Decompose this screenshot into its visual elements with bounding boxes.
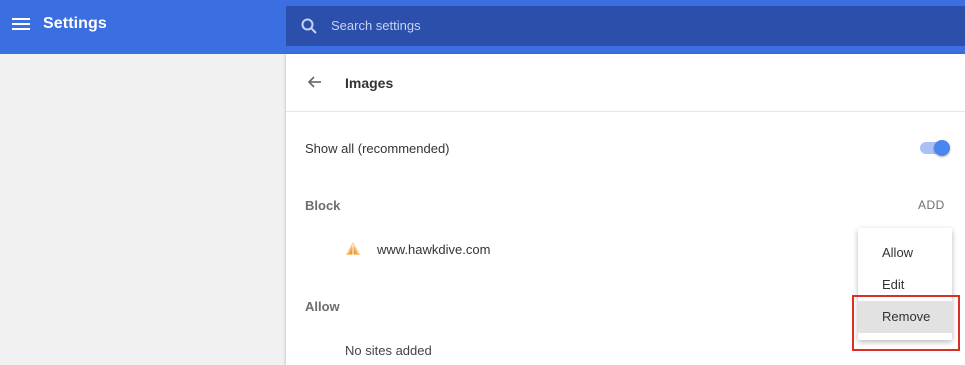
sidebar <box>0 54 286 365</box>
search-input[interactable]: Search settings <box>286 6 965 46</box>
remove-highlight-box <box>852 295 960 351</box>
page-title: Images <box>345 75 394 91</box>
hamburger-menu-icon[interactable] <box>12 17 30 31</box>
allow-empty-text: No sites added <box>345 343 432 358</box>
hawkdive-favicon-icon <box>346 242 360 255</box>
show-all-toggle[interactable] <box>920 140 952 156</box>
show-all-label: Show all (recommended) <box>305 141 450 156</box>
add-button[interactable]: ADD <box>918 198 945 212</box>
toggle-knob <box>934 140 950 156</box>
search-placeholder: Search settings <box>331 18 421 33</box>
arrow-left-icon[interactable] <box>306 73 324 91</box>
search-icon <box>301 18 317 34</box>
header-divider <box>286 111 965 112</box>
app-title: Settings <box>43 15 107 32</box>
menu-item-allow[interactable]: Allow <box>858 237 952 269</box>
blocked-site-name: www.hawkdive.com <box>377 242 491 257</box>
block-section-label: Block <box>305 198 341 213</box>
allow-section-label: Allow <box>305 299 340 314</box>
top-bar: Settings Search settings <box>0 0 965 54</box>
